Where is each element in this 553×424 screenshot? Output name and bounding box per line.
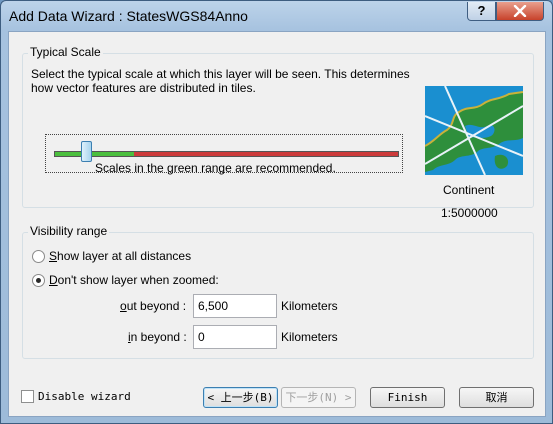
out-beyond-input[interactable]: 6,500: [193, 294, 277, 318]
show-all-label: Show layer at all distances: [49, 249, 192, 263]
dialog-body: Typical Scale Select the typical scale a…: [8, 31, 546, 417]
show-all-radio[interactable]: [32, 250, 45, 263]
dont-show-when-zoomed-option[interactable]: Don't show layer when zoomed:: [32, 273, 252, 289]
dont-show-label: Don't show layer when zoomed:: [49, 273, 219, 287]
help-button[interactable]: ?: [467, 2, 496, 21]
title-bar[interactable]: Add Data Wizard : StatesWGS84Anno ?: [1, 1, 552, 31]
recommended-note: Scales in the green range are recommende…: [95, 161, 336, 175]
window-title: Add Data Wizard : StatesWGS84Anno: [9, 8, 248, 24]
next-button[interactable]: 下一步(N) >: [281, 387, 356, 408]
visibility-range-group: Visibility range Show layer at all dista…: [22, 224, 534, 359]
disable-wizard-checkbox[interactable]: [21, 390, 34, 403]
preview-scale: 1:5000000: [441, 206, 498, 220]
typical-scale-group: Typical Scale Select the typical scale a…: [22, 45, 534, 220]
out-beyond-unit: Kilometers: [281, 299, 338, 313]
slider-track: [54, 151, 399, 157]
radio-selected-dot: [36, 278, 41, 283]
recommended-range: [55, 152, 134, 156]
scale-description-line2: how vector features are distributed in t…: [31, 81, 256, 95]
continent-map-icon: [425, 86, 523, 175]
close-icon: [513, 4, 527, 18]
finish-button[interactable]: Finish: [370, 387, 445, 408]
disable-wizard-label[interactable]: Disable wizard: [38, 390, 131, 403]
slider-thumb[interactable]: [81, 141, 93, 162]
back-button[interactable]: < 上一步(B): [203, 387, 278, 408]
preview-name: Continent: [443, 183, 495, 197]
close-button[interactable]: [496, 2, 544, 21]
wizard-window: Add Data Wizard : StatesWGS84Anno ? Typi…: [0, 0, 553, 424]
visibility-range-title: Visibility range: [28, 224, 110, 238]
scale-description-line1: Select the typical scale at which this l…: [31, 67, 410, 81]
typical-scale-title: Typical Scale: [28, 45, 103, 59]
in-beyond-unit: Kilometers: [281, 330, 338, 344]
cancel-button[interactable]: 取消: [459, 387, 534, 408]
dont-show-radio[interactable]: [32, 274, 45, 287]
in-beyond-input[interactable]: 0: [193, 325, 277, 349]
out-beyond-label: out beyond :: [120, 299, 187, 313]
show-all-distances-option[interactable]: Show layer at all distances: [32, 249, 252, 265]
in-beyond-label: in beyond :: [128, 330, 187, 344]
